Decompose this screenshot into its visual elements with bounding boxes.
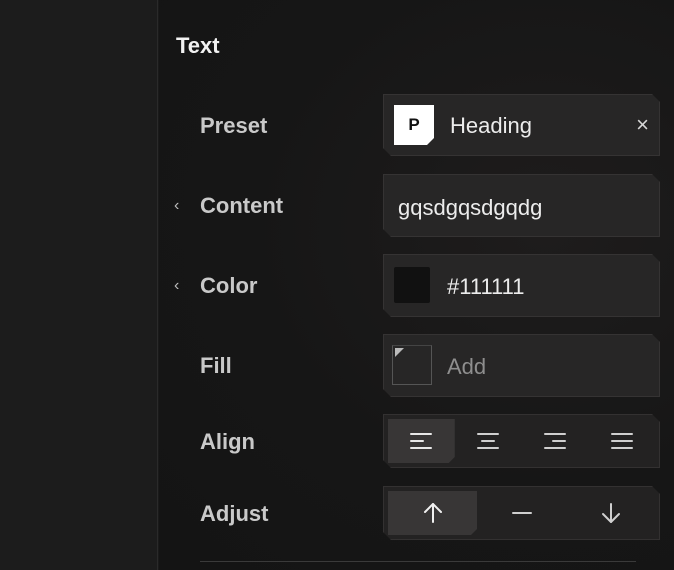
empty-fill-swatch-icon: [392, 345, 432, 385]
color-field[interactable]: #111111: [383, 254, 660, 317]
arrow-up-icon: [422, 501, 444, 525]
align-left-button[interactable]: [388, 419, 455, 463]
adjust-middle-button[interactable]: [477, 491, 566, 535]
text-properties-panel: Text Preset P Heading × ‹ Content gqsdgq…: [159, 0, 674, 570]
color-swatch[interactable]: [394, 267, 430, 303]
chevron-left-icon[interactable]: ‹: [174, 197, 179, 215]
fill-placeholder: Add: [447, 354, 487, 379]
clear-preset-icon[interactable]: ×: [636, 112, 649, 138]
align-label: Align: [200, 429, 255, 454]
align-segmented-control: [383, 414, 660, 468]
justify-button[interactable]: [588, 419, 655, 463]
align-center-button[interactable]: [455, 419, 522, 463]
adjust-bottom-button[interactable]: [566, 491, 655, 535]
preset-badge-icon: P: [394, 105, 434, 145]
content-label: Content: [200, 193, 284, 218]
preset-value: Heading: [450, 113, 532, 138]
arrow-down-icon: [600, 501, 622, 525]
align-right-icon: [543, 431, 567, 451]
adjust-label: Adjust: [200, 501, 269, 526]
content-field[interactable]: gqsdgqsdgqdg: [383, 174, 660, 237]
chevron-left-icon[interactable]: ‹: [174, 277, 179, 295]
align-center-icon: [476, 431, 500, 451]
section-title: Text: [176, 33, 220, 58]
preset-label: Preset: [200, 113, 268, 138]
adjust-segmented-control: [383, 486, 660, 540]
fill-field[interactable]: Add: [383, 334, 660, 397]
left-sidebar: [0, 0, 158, 570]
color-label: Color: [200, 273, 258, 298]
justify-icon: [610, 431, 634, 451]
content-value: gqsdgqsdgqdg: [398, 195, 543, 220]
fill-label: Fill: [200, 353, 232, 378]
adjust-top-button[interactable]: [388, 491, 477, 535]
preset-field[interactable]: P Heading ×: [383, 94, 660, 156]
align-left-icon: [409, 431, 433, 451]
divider: [200, 561, 636, 562]
color-value: #111111: [447, 274, 525, 299]
align-right-button[interactable]: [522, 419, 589, 463]
minus-icon: [511, 501, 533, 525]
